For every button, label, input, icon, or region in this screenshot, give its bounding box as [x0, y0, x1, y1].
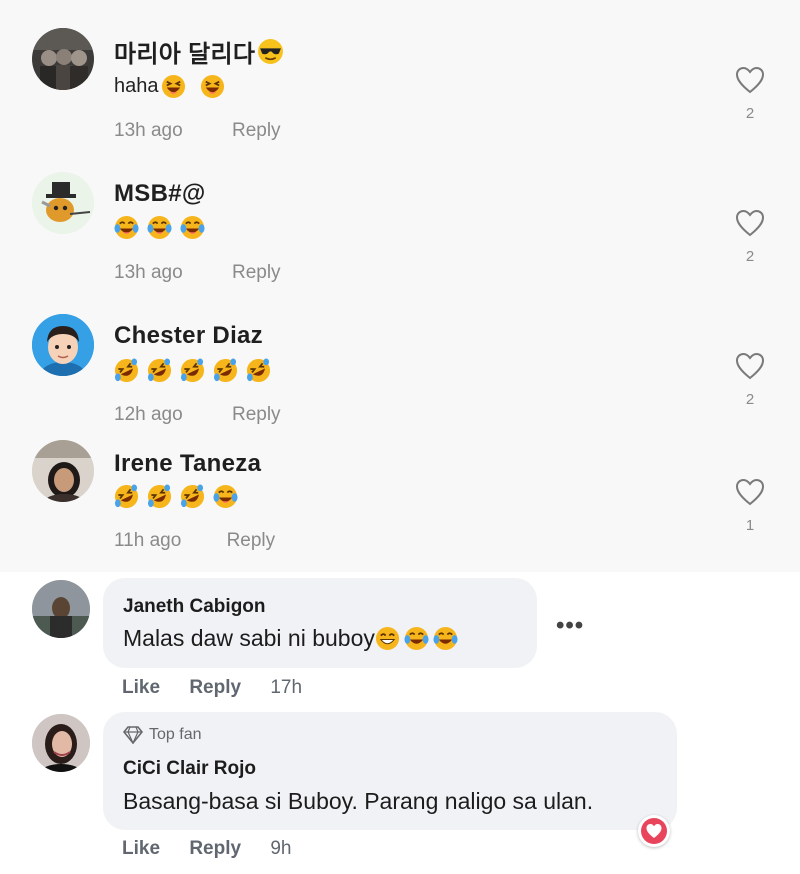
rofl-icon: [180, 484, 205, 509]
avatar[interactable]: [32, 580, 90, 638]
like-count: 2: [745, 248, 755, 265]
reply-button[interactable]: Reply: [227, 530, 276, 551]
timestamp: 13h ago: [114, 120, 183, 141]
rofl-icon: [114, 484, 139, 509]
avatar-image: [32, 172, 94, 234]
heart-outline-icon[interactable]: [735, 478, 765, 506]
comment-meta: 13h ago Reply: [114, 120, 281, 142]
grinning-squint-icon: [375, 626, 399, 651]
timestamp: 13h ago: [114, 262, 183, 283]
rofl-icon: [147, 358, 172, 383]
rofl-icon: [147, 484, 172, 509]
comment-actions: Like Reply 17h: [122, 677, 326, 699]
like-button[interactable]: Like: [122, 838, 160, 859]
commenter-name[interactable]: Janeth Cabigon: [123, 596, 266, 618]
reply-button[interactable]: Reply: [189, 838, 241, 859]
diamond-icon: [123, 726, 143, 744]
like-control[interactable]: 2: [733, 352, 767, 408]
avatar-image: [32, 28, 94, 90]
timestamp: 11h ago: [114, 530, 182, 551]
love-reaction-icon[interactable]: [638, 815, 670, 847]
comment-actions: Like Reply 9h: [122, 838, 315, 860]
comment-bubble: Janeth Cabigon Malas daw sabi ni buboy: [103, 578, 537, 668]
comment-bubble: Top fan CiCi Clair Rojo Basang-basa si B…: [103, 712, 677, 830]
timestamp: 12h ago: [114, 404, 183, 425]
avatar[interactable]: [32, 714, 90, 772]
comment-text: Basang-basa si Buboy. Parang naligo sa u…: [123, 788, 594, 814]
tiktok-comments-section: 마리아 달리다 haha 13h ago Reply 2 MSB#@ 13h a…: [0, 0, 800, 572]
comment-meta: 11h ago Reply: [114, 530, 275, 552]
like-count: 2: [745, 391, 755, 408]
like-control[interactable]: 2: [733, 66, 767, 122]
sunglasses-face-icon: [258, 39, 284, 64]
like-button[interactable]: Like: [122, 677, 160, 698]
comment-text: haha: [114, 74, 233, 99]
tears-of-joy-icon: [114, 215, 139, 240]
comment-text: [114, 215, 213, 240]
avatar-image: [32, 314, 94, 376]
timestamp: 17h: [270, 677, 303, 698]
tears-of-joy-icon: [433, 626, 458, 651]
rofl-icon: [246, 358, 271, 383]
avatar-image: [32, 440, 94, 502]
like-control[interactable]: 2: [733, 209, 767, 265]
reply-button[interactable]: Reply: [232, 404, 281, 425]
squinting-laugh-icon: [161, 74, 185, 99]
tears-of-joy-icon: [404, 626, 429, 651]
rofl-icon: [213, 358, 238, 383]
avatar[interactable]: [32, 314, 94, 376]
comment-text: Malas daw sabi ni buboy: [123, 625, 462, 652]
heart-outline-icon[interactable]: [735, 352, 765, 380]
commenter-name[interactable]: 마리아 달리다: [114, 34, 292, 69]
like-control[interactable]: 1: [733, 478, 767, 534]
comment-text: [114, 484, 246, 509]
heart-outline-icon[interactable]: [735, 66, 765, 94]
heart-filled-icon: [641, 818, 667, 844]
tears-of-joy-icon: [147, 215, 172, 240]
avatar-image: [32, 714, 90, 772]
more-options-button[interactable]: •••: [556, 612, 584, 640]
commenter-name[interactable]: Chester Diaz: [114, 322, 263, 350]
rofl-icon: [114, 358, 139, 383]
reply-button[interactable]: Reply: [232, 120, 281, 141]
rofl-icon: [180, 358, 205, 383]
reply-button[interactable]: Reply: [232, 262, 281, 283]
comment-text: [114, 358, 279, 383]
comment-meta: 12h ago Reply: [114, 404, 281, 426]
reply-button[interactable]: Reply: [189, 677, 241, 698]
like-count: 2: [745, 105, 755, 122]
tears-of-joy-icon: [180, 215, 205, 240]
commenter-name[interactable]: MSB#@: [114, 180, 206, 208]
avatar[interactable]: [32, 28, 94, 90]
commenter-name[interactable]: Irene Taneza: [114, 450, 261, 478]
avatar[interactable]: [32, 172, 94, 234]
like-count: 1: [745, 517, 755, 534]
heart-outline-icon[interactable]: [735, 209, 765, 237]
commenter-name[interactable]: CiCi Clair Rojo: [123, 758, 256, 780]
top-fan-badge: Top fan: [123, 726, 201, 744]
timestamp: 9h: [270, 838, 292, 859]
avatar-image: [32, 580, 90, 638]
squinting-laugh-icon: [200, 74, 224, 99]
avatar[interactable]: [32, 440, 94, 502]
tears-of-joy-icon: [213, 484, 238, 509]
comment-meta: 13h ago Reply: [114, 262, 281, 284]
